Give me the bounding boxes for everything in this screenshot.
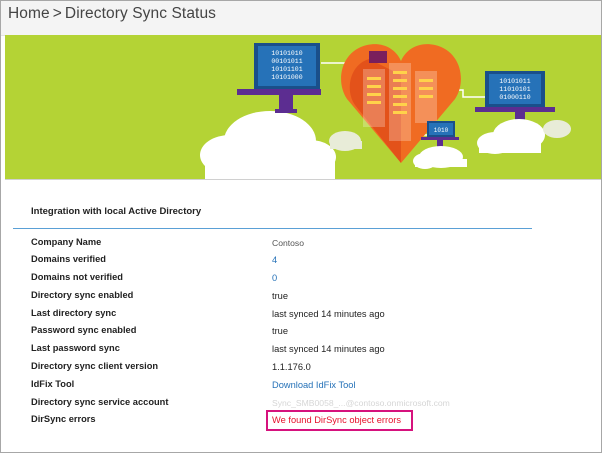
row-dirsync-errors: DirSync errors We found DirSync object e…	[1, 414, 601, 432]
section-divider	[13, 228, 532, 229]
svg-text:10101011: 10101011	[499, 78, 530, 85]
row-company-name: Company Name Contoso	[1, 237, 601, 255]
svg-text:10101010: 10101010	[271, 50, 302, 57]
password-sync-enabled-value: true	[272, 326, 289, 336]
password-sync-enabled-label: Password sync enabled	[31, 325, 137, 335]
domains-not-verified-label: Domains not verified	[31, 272, 123, 282]
dirsync-errors-link[interactable]: We found DirSync object errors	[272, 415, 401, 425]
row-password-sync-enabled: Password sync enabled true	[1, 325, 601, 343]
domains-not-verified-link[interactable]: 0	[272, 273, 277, 283]
last-password-sync-label: Last password sync	[31, 343, 120, 353]
directory-sync-enabled-value: true	[272, 291, 289, 301]
last-directory-sync-label: Last directory sync	[31, 308, 117, 318]
domains-verified-label: Domains verified	[31, 254, 106, 264]
row-domains-verified: Domains verified 4	[1, 254, 601, 272]
breadcrumb-home-link[interactable]: Home	[8, 5, 50, 22]
download-idfix-link[interactable]: Download IdFix Tool	[272, 380, 356, 390]
company-name-value: Contoso	[272, 238, 305, 248]
row-directory-sync-enabled: Directory sync enabled true	[1, 290, 601, 308]
last-directory-sync-value: last synced 14 minutes ago	[272, 309, 385, 319]
header-bar: Home > Directory Sync Status	[1, 1, 601, 36]
page-title: Directory Sync Status	[64, 5, 217, 22]
section-title: Integration with local Active Directory	[31, 206, 202, 217]
svg-text:00101011: 00101011	[271, 58, 302, 65]
service-account-value: Sync_SMB0058_...@contoso.onmicrosoft.com	[272, 398, 450, 408]
svg-text:10101101: 10101101	[271, 66, 302, 73]
svg-text:01000110: 01000110	[499, 94, 530, 101]
dirsync-errors-label: DirSync errors	[31, 414, 96, 424]
window: Home > Directory Sync Status 10101010 00…	[0, 0, 602, 453]
row-client-version: Directory sync client version 1.1.176.0	[1, 361, 601, 379]
row-domains-not-verified: Domains not verified 0	[1, 272, 601, 290]
breadcrumb: Home > Directory Sync Status	[8, 5, 216, 23]
banner-illustration: 10101010 00101011 10101101 10101000 1010…	[5, 35, 601, 179]
service-account-label: Directory sync service account	[31, 397, 169, 407]
breadcrumb-separator: >	[52, 5, 62, 22]
row-last-password-sync: Last password sync last synced 14 minute…	[1, 343, 601, 361]
idfix-tool-label: IdFix Tool	[31, 379, 75, 389]
svg-text:1010: 1010	[434, 127, 449, 134]
svg-text:10101000: 10101000	[271, 74, 302, 81]
hero-banner: 10101010 00101011 10101101 10101000 1010…	[5, 35, 601, 180]
row-last-directory-sync: Last directory sync last synced 14 minut…	[1, 308, 601, 326]
client-version-label: Directory sync client version	[31, 361, 159, 371]
row-idfix-tool: IdFix Tool Download IdFix Tool	[1, 379, 601, 397]
company-name-label: Company Name	[31, 237, 102, 247]
client-version-value: 1.1.176.0	[272, 362, 311, 372]
svg-text:11010101: 11010101	[499, 86, 530, 93]
domains-verified-link[interactable]: 4	[272, 255, 277, 265]
directory-sync-enabled-label: Directory sync enabled	[31, 290, 134, 300]
last-password-sync-value: last synced 14 minutes ago	[272, 344, 385, 354]
